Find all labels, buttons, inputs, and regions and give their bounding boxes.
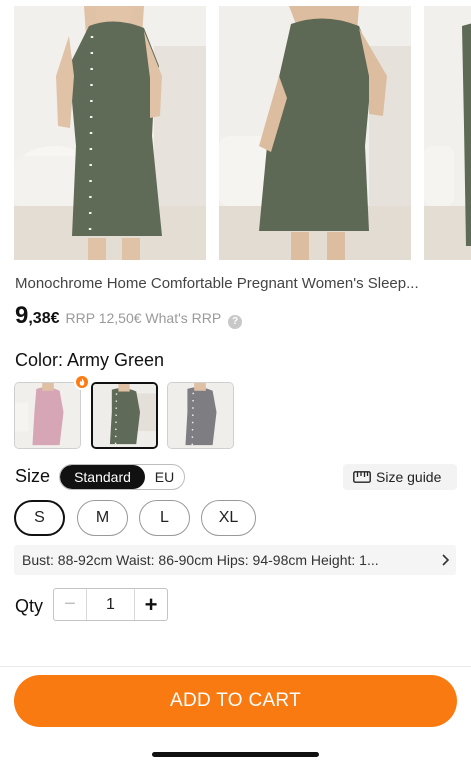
dress-back-photo: [219, 6, 411, 260]
color-label: Color: Army Green: [15, 350, 165, 370]
price-integer: 9: [15, 302, 29, 329]
size-option-xl[interactable]: XL: [201, 500, 256, 536]
price-decimal: ,38€: [28, 310, 60, 327]
add-to-cart-button[interactable]: ADD TO CART: [14, 675, 457, 727]
help-icon[interactable]: ?: [228, 315, 243, 329]
qty-label: Qty: [15, 596, 44, 616]
chevron-right-icon: [442, 554, 450, 566]
size-option-m[interactable]: M: [77, 500, 128, 536]
product-photo-third[interactable]: [424, 6, 471, 260]
pink-dress-thumbnail: [15, 383, 80, 448]
size-measurements-row[interactable]: Bust: 88-92cm Waist: 86-90cm Hips: 94-98…: [14, 545, 456, 575]
size-system-toggle[interactable]: Standard EU: [59, 464, 185, 490]
color-swatch-grey[interactable]: [167, 382, 234, 449]
size-option-s[interactable]: S: [14, 500, 65, 536]
color-swatch-pink[interactable]: [14, 382, 81, 449]
size-label: Size: [15, 466, 51, 486]
green-dress-thumbnail: [93, 384, 156, 447]
qty-value[interactable]: 1: [87, 596, 134, 614]
ruler-icon: [353, 471, 371, 483]
quantity-stepper[interactable]: − 1 +: [53, 588, 168, 621]
dress-front-photo: [14, 6, 206, 260]
product-title: Monochrome Home Comfortable Pregnant Wom…: [15, 275, 419, 292]
product-photo-front[interactable]: [14, 6, 206, 260]
color-swatch-army-green[interactable]: [91, 382, 158, 449]
hot-icon: [74, 374, 90, 390]
qty-increase-button[interactable]: +: [134, 589, 167, 620]
size-option-l[interactable]: L: [139, 500, 190, 536]
size-guide-button[interactable]: Size guide: [343, 464, 457, 490]
divider: [0, 666, 471, 667]
product-gallery[interactable]: [0, 0, 471, 262]
price-row: 9 ,38€ RRP 12,50€ What's RRP ?: [15, 302, 243, 332]
grey-dress-thumbnail: [168, 383, 233, 448]
product-photo-back[interactable]: [219, 6, 411, 260]
rrp-text: RRP 12,50€ What's RRP: [65, 310, 222, 326]
home-indicator[interactable]: [152, 752, 319, 757]
size-measurements-text: Bust: 88-92cm Waist: 86-90cm Hips: 94-98…: [22, 552, 379, 568]
size-system-standard[interactable]: Standard: [60, 465, 145, 489]
size-system-eu[interactable]: EU: [145, 465, 184, 489]
size-guide-label: Size guide: [376, 469, 442, 485]
dress-partial-photo: [424, 6, 471, 260]
qty-decrease-button[interactable]: −: [54, 589, 87, 620]
